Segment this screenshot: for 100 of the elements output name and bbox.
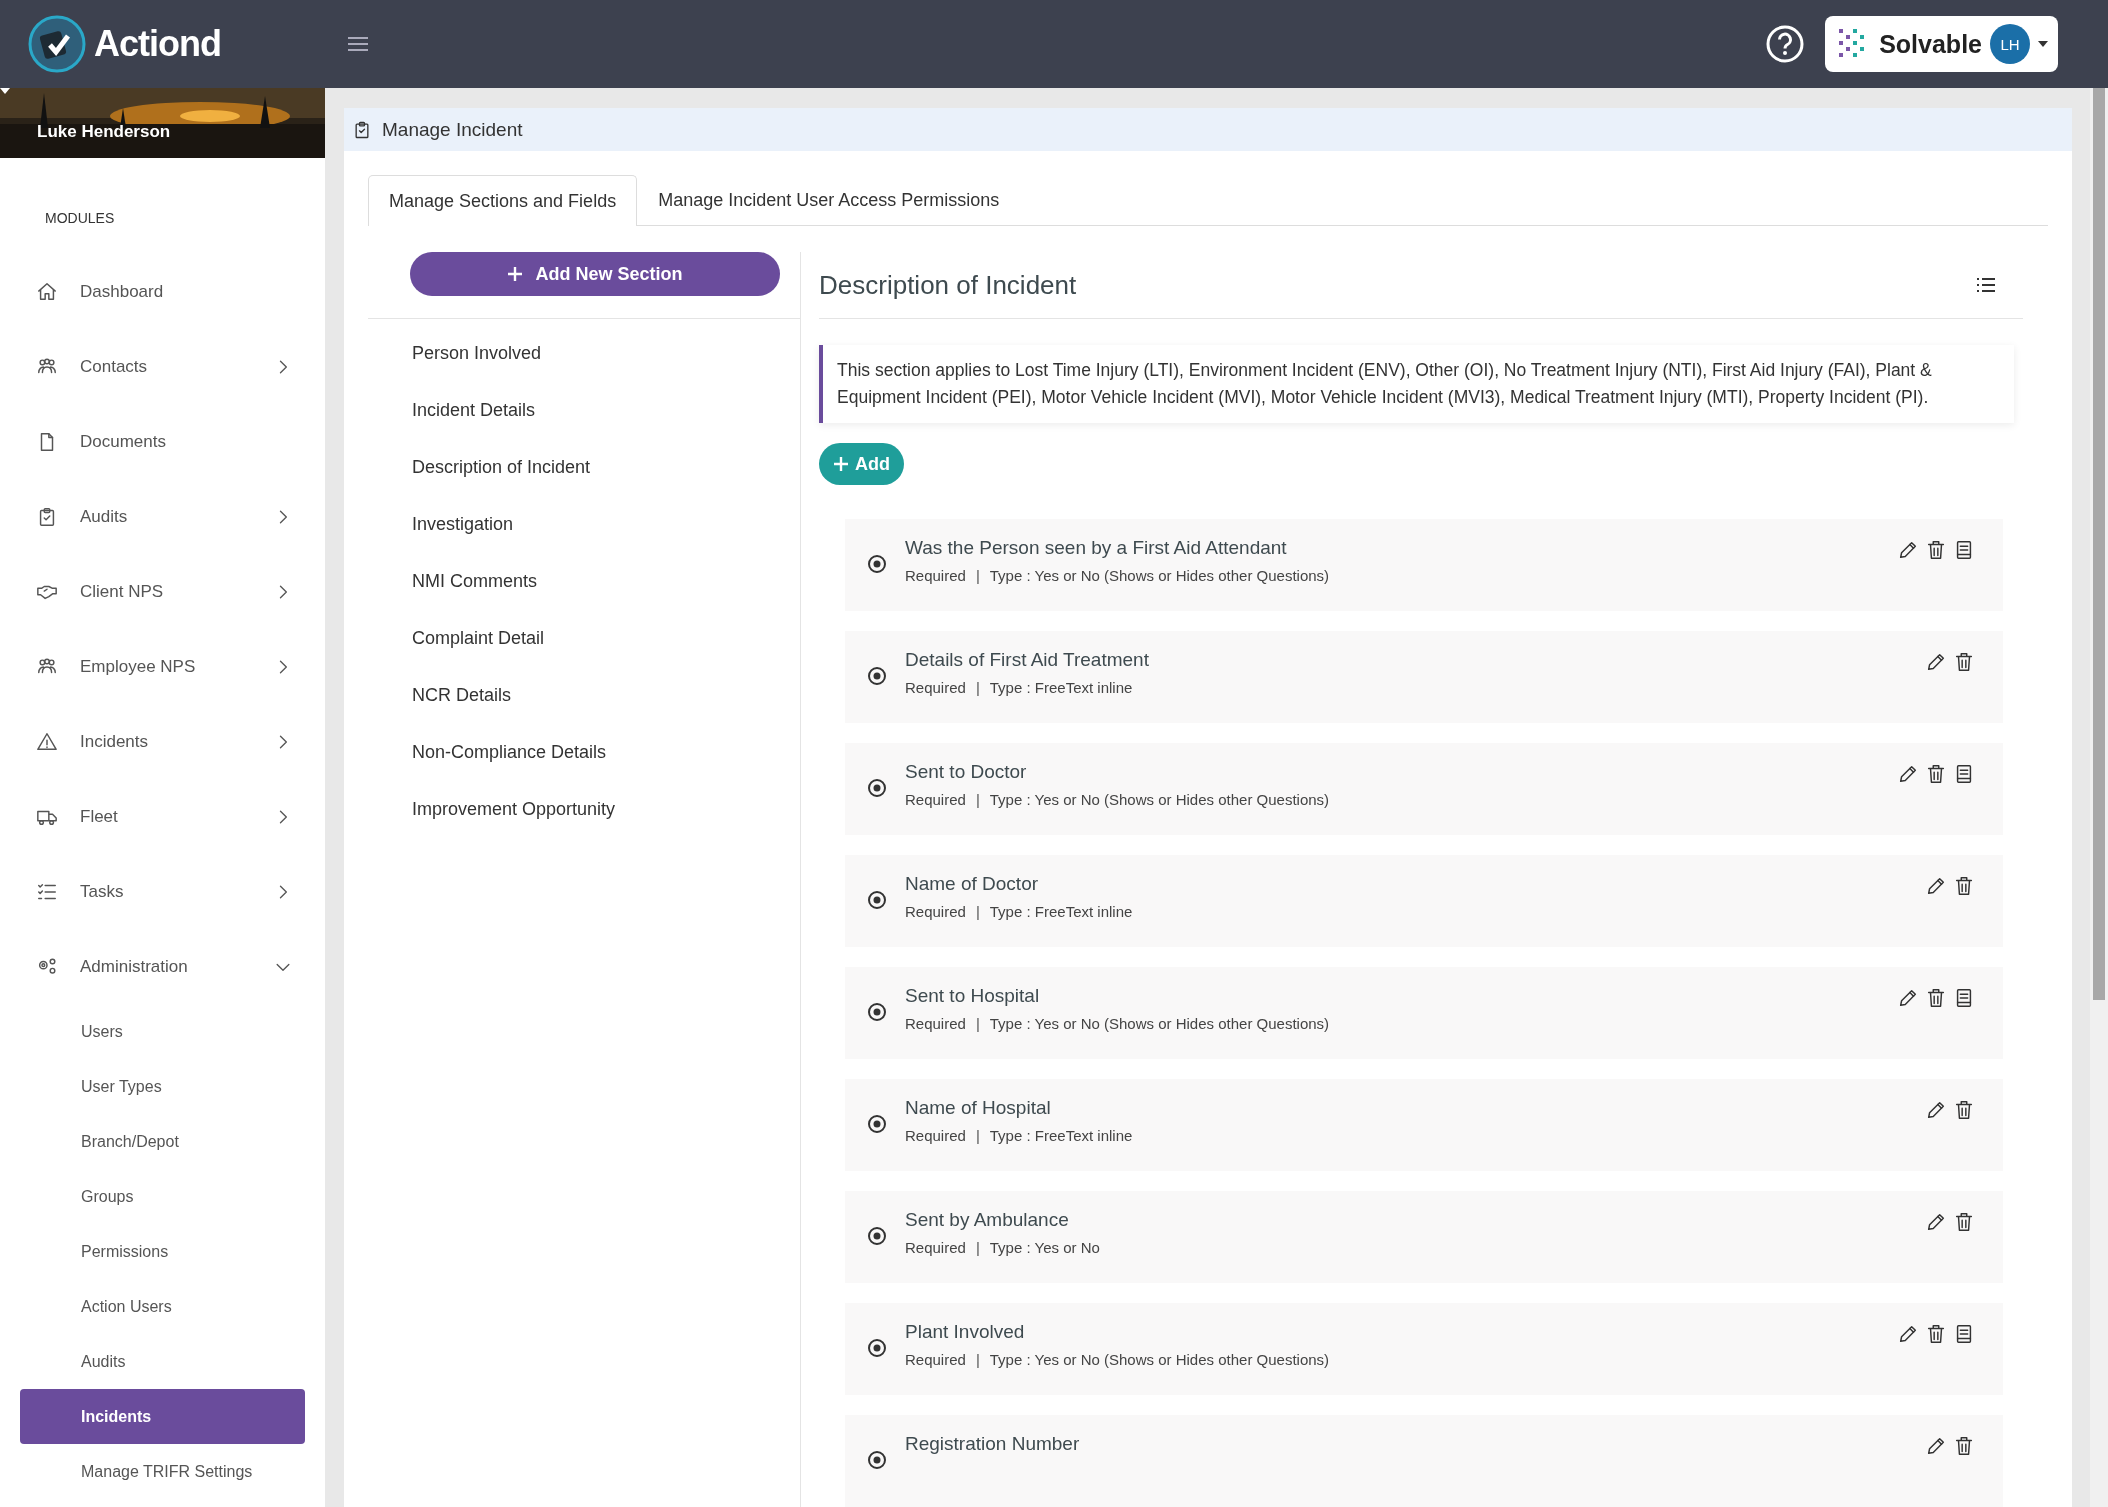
- pencil-icon: [1897, 763, 1919, 785]
- sidebar-item[interactable]: Employee NPS: [0, 629, 325, 704]
- radio-icon: [867, 1450, 887, 1470]
- separator: |: [975, 1015, 980, 1032]
- separator: |: [975, 567, 980, 584]
- sidebar-subitem[interactable]: Manage TRIFR Settings: [20, 1444, 305, 1499]
- section-link[interactable]: Improvement Opportunity: [368, 781, 800, 838]
- field-type: Type : FreeText inline: [989, 679, 1133, 696]
- sidebar-item[interactable]: Client NPS: [0, 554, 325, 629]
- separator: |: [975, 903, 980, 920]
- sidebar-item[interactable]: Documents: [0, 404, 325, 479]
- sidebar-item[interactable]: Audits: [0, 479, 325, 554]
- trash-icon: [1953, 875, 1975, 897]
- scrollbar-thumb[interactable]: [2093, 88, 2105, 1000]
- radio-icon: [867, 890, 887, 910]
- field-card[interactable]: Sent by Ambulance Required | Type : Yes or No: [845, 1191, 2003, 1283]
- section-link[interactable]: Description of Incident: [368, 439, 800, 496]
- delete-button[interactable]: [1953, 651, 1975, 673]
- edit-button[interactable]: [1925, 1435, 1947, 1457]
- sidebar-subitem[interactable]: Audits: [20, 1334, 305, 1389]
- sidebar-subitem[interactable]: Action Users: [20, 1279, 305, 1334]
- warning-icon: [36, 730, 58, 753]
- field-title: Details of First Aid Treatment: [905, 649, 1150, 671]
- trash-icon: [1925, 763, 1947, 785]
- section-link[interactable]: NCR Details: [368, 667, 800, 724]
- plus-icon: [833, 456, 849, 472]
- list-icon[interactable]: [1977, 278, 1995, 292]
- section-link[interactable]: Complaint Detail: [368, 610, 800, 667]
- field-type: Type : FreeText inline: [989, 903, 1133, 920]
- delete-button[interactable]: [1925, 539, 1947, 561]
- field-type: Type : Yes or No (Shows or Hides other Questions): [989, 1351, 1330, 1368]
- delete-button[interactable]: [1953, 1211, 1975, 1233]
- radio-icon: [867, 778, 887, 798]
- delete-button[interactable]: [1925, 1323, 1947, 1345]
- field-type: Type : Yes or No: [989, 1239, 1100, 1256]
- company-switcher[interactable]: Solvable LH: [1825, 16, 2058, 72]
- required-label: Required: [905, 1127, 966, 1144]
- edit-button[interactable]: [1925, 1211, 1947, 1233]
- required-label: Required: [905, 679, 966, 696]
- edit-button[interactable]: [1925, 875, 1947, 897]
- edit-button[interactable]: [1925, 651, 1947, 673]
- sidebar-subitem[interactable]: User Types: [20, 1059, 305, 1114]
- separator: |: [975, 679, 980, 696]
- section-link[interactable]: Investigation: [368, 496, 800, 553]
- field-card[interactable]: Plant Involved Required | Type : Yes or No (Shows or Hides other Questions): [845, 1303, 2003, 1395]
- section-link[interactable]: Person Involved: [368, 325, 800, 382]
- separator: |: [975, 1127, 980, 1144]
- delete-button[interactable]: [1953, 1099, 1975, 1121]
- tab[interactable]: Manage Incident User Access Permissions: [637, 175, 1021, 225]
- home-icon: [36, 280, 58, 303]
- field-card[interactable]: Name of Doctor Required | Type : FreeText inline: [845, 855, 2003, 947]
- edit-button[interactable]: [1897, 763, 1919, 785]
- sidebar-item[interactable]: Fleet: [0, 779, 325, 854]
- menu-icon[interactable]: [348, 36, 368, 52]
- sidebar-subitem[interactable]: Branch/Depot: [20, 1114, 305, 1169]
- field-title: Sent to Doctor: [905, 761, 1028, 783]
- sidebar-item[interactable]: Incidents: [0, 704, 325, 779]
- sidebar-item[interactable]: Tasks: [0, 854, 325, 929]
- field-title: Name of Hospital: [905, 1097, 1052, 1119]
- delete-button[interactable]: [1925, 987, 1947, 1009]
- field-card[interactable]: Was the Person seen by a First Aid Attendant Required | Type : Yes or No (Shows or Hides other Questions): [845, 519, 2003, 611]
- delete-button[interactable]: [1925, 763, 1947, 785]
- pencil-icon: [1925, 1099, 1947, 1121]
- edit-button[interactable]: [1897, 1323, 1919, 1345]
- section-link[interactable]: NMI Comments: [368, 553, 800, 610]
- section-link[interactable]: Incident Details: [368, 382, 800, 439]
- field-card[interactable]: Sent to Hospital Required | Type : Yes or No (Shows or Hides other Questions): [845, 967, 2003, 1059]
- field-card[interactable]: Sent to Doctor Required | Type : Yes or No (Shows or Hides other Questions): [845, 743, 2003, 835]
- edit-button[interactable]: [1897, 539, 1919, 561]
- trash-icon: [1925, 539, 1947, 561]
- delete-button[interactable]: [1953, 1435, 1975, 1457]
- sidebar-subitem[interactable]: Users: [20, 1004, 305, 1059]
- field-card[interactable]: Details of First Aid Treatment Required | Type : FreeText inline: [845, 631, 2003, 723]
- radio-icon: [867, 1226, 887, 1246]
- sidebar-subitem[interactable]: Groups: [20, 1169, 305, 1224]
- help-icon[interactable]: [1765, 24, 1806, 64]
- field-title: Plant Involved: [905, 1321, 1026, 1343]
- sidebar-item[interactable]: Dashboard: [0, 254, 325, 329]
- sidebar-item[interactable]: Contacts: [0, 329, 325, 404]
- tab[interactable]: Manage Sections and Fields: [368, 175, 638, 226]
- pencil-icon: [1925, 1435, 1947, 1457]
- delete-button[interactable]: [1953, 875, 1975, 897]
- sidebar-subitem[interactable]: Permissions: [20, 1224, 305, 1279]
- field-title: Registration Number: [905, 1433, 1081, 1455]
- section-title: Description of Incident: [819, 269, 1077, 301]
- section-link[interactable]: Non-Compliance Details: [368, 724, 800, 781]
- edit-button[interactable]: [1925, 1099, 1947, 1121]
- field-title: Was the Person seen by a First Aid Attendant: [905, 537, 1288, 559]
- add-section-button[interactable]: Add New Section: [410, 252, 780, 296]
- field-type: Type : FreeText inline: [989, 1127, 1133, 1144]
- sidebar-subitem[interactable]: Incidents: [20, 1389, 305, 1444]
- sidebar-item[interactable]: Administration: [0, 929, 325, 1004]
- trash-icon: [1953, 1099, 1975, 1121]
- radio-icon: [867, 666, 887, 686]
- field-type: Type : Yes or No (Shows or Hides other Questions): [989, 1015, 1330, 1032]
- edit-button[interactable]: [1897, 987, 1919, 1009]
- separator: |: [975, 1239, 980, 1256]
- field-card[interactable]: Registration Number: [845, 1415, 2003, 1507]
- plus-icon: [507, 266, 524, 282]
- field-card[interactable]: Name of Hospital Required | Type : FreeText inline: [845, 1079, 2003, 1171]
